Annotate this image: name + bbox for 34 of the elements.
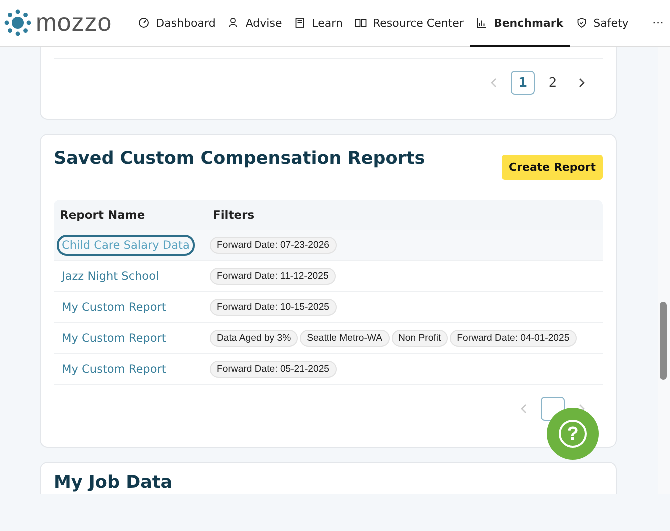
section-title: Saved Custom Compensation Reports: [54, 149, 426, 169]
filter-tag: Forward Date: 07-23-2026: [210, 236, 337, 254]
person-icon: [228, 17, 240, 29]
section-title: My Job Data: [54, 473, 174, 493]
create-report-button[interactable]: Create Report: [502, 155, 603, 180]
column-header: Filters: [207, 200, 603, 230]
more-menu[interactable]: ···: [652, 16, 664, 30]
filter-tag: Seattle Metro-WA: [300, 330, 390, 346]
filter-tag: Non Profit: [392, 330, 448, 346]
scrollbar[interactable]: [658, 47, 670, 494]
filter-tag: Forward Date: 10-15-2025: [210, 298, 337, 316]
filter-tag: Data Aged by 3%: [210, 330, 298, 346]
nav-tab[interactable]: Dashboard: [132, 0, 222, 46]
page-button[interactable]: 1: [511, 71, 535, 95]
logo-icon: [4, 9, 32, 37]
report-link[interactable]: Jazz Night School: [57, 266, 164, 287]
filter-tag: Forward Date: 04-01-2025: [450, 330, 577, 346]
logo-text: mozzo: [36, 8, 112, 38]
page-button[interactable]: 2: [541, 71, 565, 95]
shield-icon: [576, 17, 588, 29]
filter-tag: Forward Date: 05-21-2025: [210, 360, 337, 378]
document-icon: [294, 17, 306, 29]
report-link[interactable]: My Custom Report: [57, 297, 172, 318]
nav-tab[interactable]: Advise: [222, 0, 288, 46]
filter-tag: Forward Date: 11-12-2025: [210, 268, 336, 284]
book-icon: [354, 17, 367, 29]
column-header: Report Name: [54, 200, 207, 230]
gauge-icon: [138, 17, 150, 29]
report-link[interactable]: My Custom Report: [57, 359, 172, 380]
bar-chart-icon: [476, 17, 488, 29]
nav-tab[interactable]: Resource Center: [348, 0, 470, 46]
nav-tab[interactable]: Learn: [288, 0, 349, 46]
report-link[interactable]: My Custom Report: [57, 328, 172, 349]
nav-tab[interactable]: Safety: [570, 0, 635, 46]
